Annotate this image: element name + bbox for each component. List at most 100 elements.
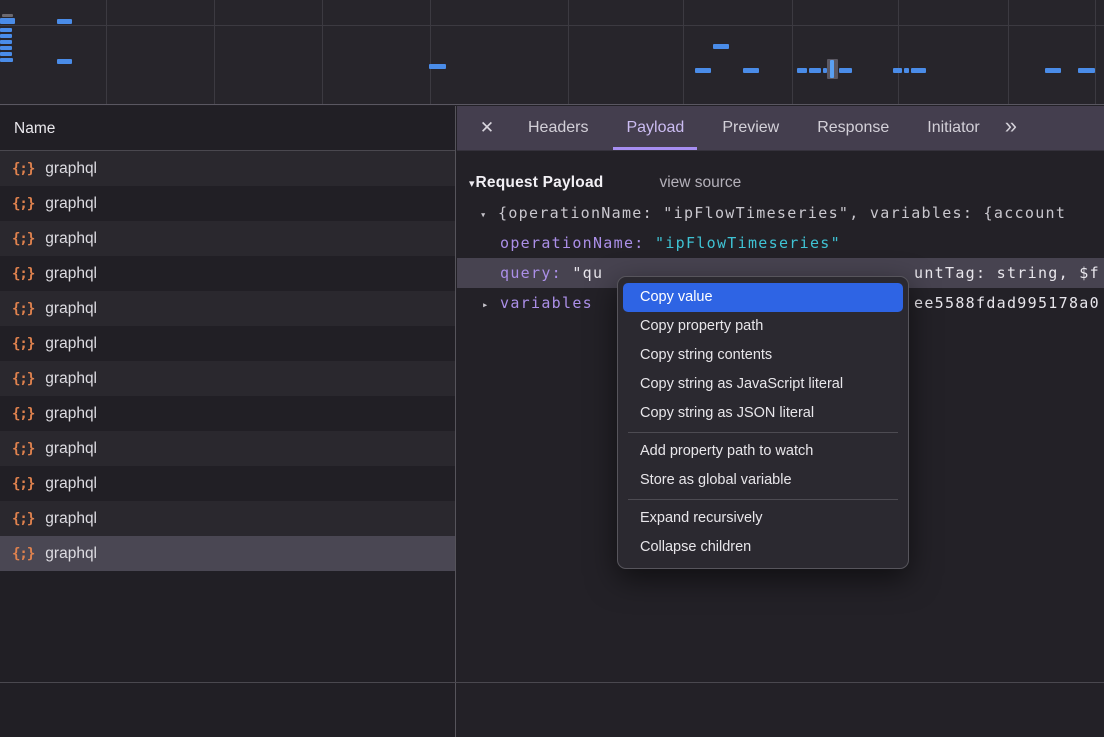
devtools-window: Name {;} graphql {;} graphql {;} graphql… — [0, 0, 1104, 737]
property-key: variables — [500, 294, 593, 312]
menu-item-add-property-path-to-watch[interactable]: Add property path to watch — [618, 437, 908, 466]
request-row[interactable]: {;} graphql — [0, 536, 455, 571]
waterfall-bar — [429, 64, 446, 69]
waterfall-bar — [0, 40, 12, 44]
timeline-gridline — [106, 0, 107, 104]
tab-response[interactable]: Response — [804, 106, 902, 150]
waterfall-bar — [0, 58, 13, 62]
request-name: graphql — [45, 370, 97, 388]
request-payload-section[interactable]: ▾ Request Payload view source — [457, 168, 1104, 198]
name-column-header[interactable]: Name — [0, 106, 455, 151]
request-list: {;} graphql {;} graphql {;} graphql {;} … — [0, 151, 455, 571]
timeline-gridline — [898, 0, 899, 104]
view-source-link[interactable]: view source — [659, 174, 741, 192]
request-row[interactable]: {;} graphql — [0, 221, 455, 256]
json-request-icon: {;} — [12, 266, 34, 282]
timeline-gridline — [214, 0, 215, 104]
property-key: query: — [500, 264, 562, 282]
menu-item-copy-property-path[interactable]: Copy property path — [618, 312, 908, 341]
request-row[interactable]: {;} graphql — [0, 151, 455, 186]
request-name: graphql — [45, 265, 97, 283]
waterfall-bar — [911, 68, 926, 73]
property-value-left: "qu — [572, 264, 603, 282]
request-name: graphql — [45, 230, 97, 248]
request-row[interactable]: {;} graphql — [0, 326, 455, 361]
request-row[interactable]: {;} graphql — [0, 291, 455, 326]
json-request-icon: {;} — [12, 336, 34, 352]
waterfall-bar — [809, 68, 821, 73]
tab-initiator[interactable]: Initiator — [914, 106, 992, 150]
request-row[interactable]: {;} graphql — [0, 396, 455, 431]
tab-headers[interactable]: Headers — [515, 106, 601, 150]
json-request-icon: {;} — [12, 161, 34, 177]
request-name: graphql — [45, 545, 97, 563]
request-row[interactable]: {;} graphql — [0, 466, 455, 501]
network-overview-timeline[interactable] — [0, 0, 1104, 105]
waterfall-bar — [713, 44, 729, 49]
context-menu: Copy value Copy property path Copy strin… — [617, 276, 909, 569]
json-request-icon: {;} — [12, 441, 34, 457]
timeline-gridline — [568, 0, 569, 104]
json-request-icon: {;} — [12, 371, 34, 387]
menu-item-expand-recursively[interactable]: Expand recursively — [618, 504, 908, 533]
request-name: graphql — [45, 440, 97, 458]
expand-icon[interactable]: ▾ — [480, 200, 498, 230]
summary-bar-divider — [0, 682, 1104, 683]
menu-item-collapse-children[interactable]: Collapse children — [618, 533, 908, 562]
waterfall-bar — [893, 68, 902, 73]
waterfall-bar — [0, 46, 12, 50]
waterfall-bar — [797, 68, 807, 73]
property-value-right: untTag: string, $f — [914, 258, 1100, 288]
collapse-icon[interactable]: ▸ — [482, 290, 500, 320]
json-request-icon: {;} — [12, 301, 34, 317]
request-name: graphql — [45, 300, 97, 318]
request-name: graphql — [45, 510, 97, 528]
waterfall-bar — [0, 18, 15, 24]
close-icon[interactable]: ✕ — [465, 106, 509, 150]
waterfall-bar — [0, 28, 12, 32]
request-row[interactable]: {;} graphql — [0, 256, 455, 291]
timeline-gridline — [430, 0, 431, 104]
timeline-gridline — [1008, 0, 1009, 104]
request-row[interactable]: {;} graphql — [0, 361, 455, 396]
tab-payload[interactable]: Payload — [613, 106, 697, 150]
waterfall-bar — [695, 68, 711, 73]
waterfall-bar — [57, 19, 72, 24]
waterfall-bar — [1078, 68, 1095, 73]
waterfall-bar — [904, 68, 909, 73]
property-key: operationName: — [500, 234, 645, 252]
property-value: "ipFlowTimeseries" — [655, 234, 841, 252]
menu-item-copy-string-js-literal[interactable]: Copy string as JavaScript literal — [618, 370, 908, 399]
menu-separator — [628, 432, 898, 433]
request-name: graphql — [45, 475, 97, 493]
menu-item-store-as-global-variable[interactable]: Store as global variable — [618, 466, 908, 495]
tree-root-row[interactable]: ▾{operationName: "ipFlowTimeseries", var… — [457, 198, 1104, 228]
menu-item-copy-string-contents[interactable]: Copy string contents — [618, 341, 908, 370]
object-preview: {operationName: "ipFlowTimeseries", vari… — [498, 204, 1066, 222]
section-expand-icon[interactable]: ▾ — [469, 177, 475, 190]
more-tabs-icon[interactable]: » — [999, 106, 1022, 150]
request-row[interactable]: {;} graphql — [0, 186, 455, 221]
json-request-icon: {;} — [12, 546, 34, 562]
request-name: graphql — [45, 335, 97, 353]
request-name: graphql — [45, 405, 97, 423]
request-name: graphql — [45, 195, 97, 213]
timeline-gridline — [322, 0, 323, 104]
tree-row-operation-name[interactable]: operationName: "ipFlowTimeseries" — [457, 228, 1104, 258]
request-row[interactable]: {;} graphql — [0, 501, 455, 536]
waterfall-bar — [743, 68, 759, 73]
request-name: graphql — [45, 160, 97, 178]
json-request-icon: {;} — [12, 196, 34, 212]
json-request-icon: {;} — [12, 511, 34, 527]
waterfall-bar — [1045, 68, 1061, 73]
menu-item-copy-value[interactable]: Copy value — [623, 283, 903, 312]
request-row[interactable]: {;} graphql — [0, 431, 455, 466]
waterfall-bar — [830, 60, 834, 78]
waterfall-bar — [57, 59, 72, 64]
menu-separator — [628, 499, 898, 500]
tab-preview[interactable]: Preview — [709, 106, 792, 150]
section-title: Request Payload — [476, 174, 604, 192]
menu-item-copy-string-json-literal[interactable]: Copy string as JSON literal — [618, 399, 908, 428]
timeline-gridline — [1095, 0, 1096, 104]
waterfall-bar — [0, 34, 12, 38]
